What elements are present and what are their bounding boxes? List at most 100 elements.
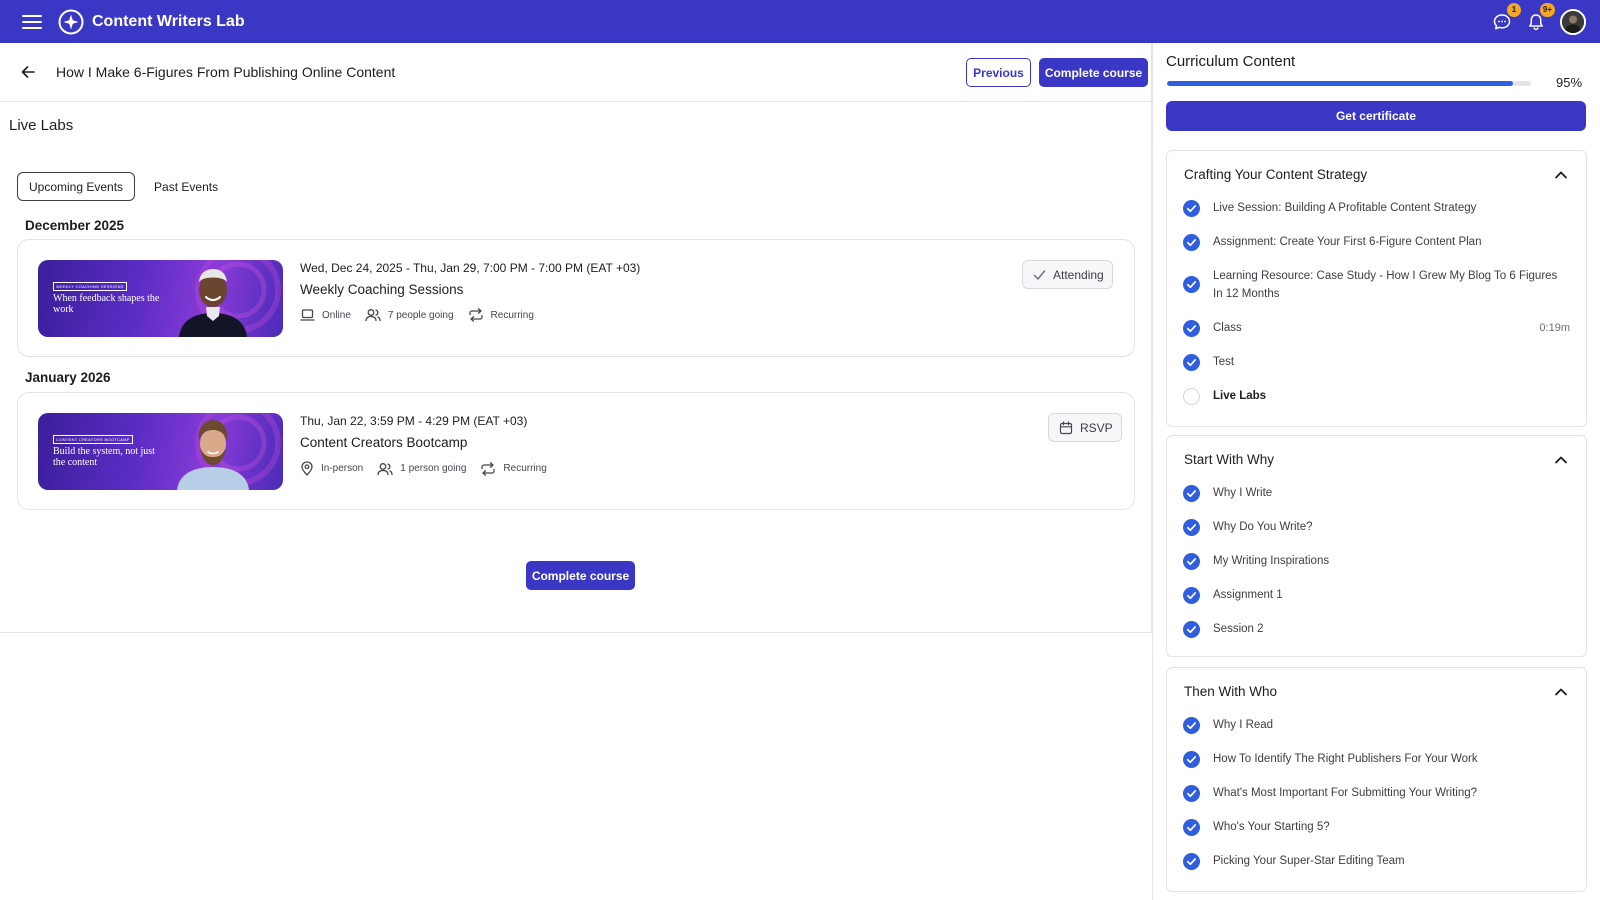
month-heading: December 2025: [25, 218, 125, 233]
check-circle-icon: [1183, 853, 1200, 870]
lesson-item[interactable]: Why I Read: [1167, 716, 1586, 734]
event-thumbnail: CONTENT CREATORS BOOTCAMP Build the syst…: [38, 413, 283, 490]
event-date: Wed, Dec 24, 2025 - Thu, Jan 29, 7:00 PM…: [300, 261, 641, 275]
lesson-item[interactable]: Why I Write: [1167, 484, 1586, 502]
lesson-label: Assignment: Create Your First 6-Figure C…: [1213, 236, 1482, 248]
notifications-badge: 9+: [1539, 2, 1555, 17]
lesson-label: Learning Resource: Case Study - How I Gr…: [1213, 270, 1558, 300]
course-title: How I Make 6-Figures From Publishing Onl…: [56, 64, 396, 80]
module-section: Then With Who Why I Read How To Identify…: [1166, 667, 1587, 892]
lesson-item[interactable]: Class 0:19m: [1167, 319, 1586, 337]
course-progress-percent: 95%: [1556, 75, 1583, 90]
lesson-label: What's Most Important For Submitting You…: [1213, 787, 1478, 799]
attending-label: Attending: [1053, 267, 1104, 282]
thumbnail-tag: CONTENT CREATORS BOOTCAMP: [53, 435, 133, 444]
app-name[interactable]: Content Writers Lab: [92, 13, 245, 31]
lesson-item[interactable]: What's Most Important For Submitting You…: [1167, 784, 1586, 802]
messages-button[interactable]: 1: [1492, 2, 1521, 32]
module-title: Crafting Your Content Strategy: [1184, 167, 1368, 182]
event-thumbnail: WEEKLY COACHING SESSIONS When feedback s…: [38, 260, 283, 337]
event-meta: In-person 1 person going Recurring: [300, 461, 561, 476]
calendar-icon: [1059, 420, 1073, 434]
user-avatar[interactable]: [1560, 8, 1586, 35]
check-circle-icon: [1183, 485, 1200, 502]
users-icon: [377, 462, 393, 475]
sparkle-logo-icon: [58, 9, 84, 34]
event-title[interactable]: Content Creators Bootcamp: [300, 435, 467, 450]
lesson-item[interactable]: Picking Your Super-Star Editing Team: [1167, 852, 1586, 870]
check-circle-icon: [1183, 717, 1200, 734]
event-attendees: 7 people going: [365, 308, 454, 322]
lesson-item-current[interactable]: Live Labs: [1167, 387, 1586, 405]
event-location-label: In-person: [321, 463, 364, 474]
event-attendees: 1 person going: [377, 462, 466, 476]
hamburger-menu-icon[interactable]: [22, 14, 42, 29]
lesson-item[interactable]: Assignment 1: [1167, 586, 1586, 604]
page-title: Live Labs: [9, 117, 74, 134]
check-circle-icon: [1183, 234, 1200, 251]
lesson-item[interactable]: Why Do You Write?: [1167, 518, 1586, 536]
complete-course-button[interactable]: Complete course: [1039, 58, 1148, 87]
map-pin-icon: [301, 461, 313, 476]
chevron-up-icon[interactable]: [1554, 170, 1568, 179]
event-location: Online: [300, 308, 351, 322]
chevron-up-icon[interactable]: [1554, 455, 1568, 464]
complete-course-button-bottom[interactable]: Complete course: [526, 561, 635, 590]
user-avatar-icon: [1562, 10, 1584, 33]
previous-button[interactable]: Previous: [966, 58, 1031, 87]
lesson-label: Assignment 1: [1213, 589, 1283, 601]
rsvp-button[interactable]: RSVP: [1048, 413, 1122, 442]
users-icon: [365, 309, 381, 322]
check-circle-icon: [1183, 553, 1200, 570]
event-title[interactable]: Weekly Coaching Sessions: [300, 282, 463, 297]
lesson-item[interactable]: How To Identify The Right Publishers For…: [1167, 750, 1586, 768]
lesson-label: Why Do You Write?: [1213, 521, 1313, 533]
chevron-up-icon[interactable]: [1554, 687, 1568, 696]
module-header[interactable]: Start With Why: [1167, 436, 1586, 480]
event-location: In-person: [300, 461, 363, 476]
tab-past-events[interactable]: Past Events: [143, 172, 229, 201]
get-certificate-button[interactable]: Get certificate: [1166, 101, 1586, 131]
lesson-label: Live Labs: [1213, 390, 1267, 402]
lesson-label: Why I Read: [1213, 719, 1274, 731]
attending-button[interactable]: Attending: [1022, 260, 1113, 289]
event-meta: Online 7 people going Recurring: [300, 308, 548, 322]
lesson-item[interactable]: Learning Resource: Case Study - How I Gr…: [1167, 267, 1586, 303]
check-circle-icon: [1183, 587, 1200, 604]
lesson-label: My Writing Inspirations: [1213, 555, 1330, 567]
check-circle-icon: [1183, 819, 1200, 836]
lesson-item[interactable]: Assignment: Create Your First 6-Figure C…: [1167, 233, 1586, 251]
lesson-label: Why I Write: [1213, 487, 1273, 499]
check-circle-icon: [1183, 785, 1200, 802]
lesson-item[interactable]: Who's Your Starting 5?: [1167, 818, 1586, 836]
host-photo: [179, 269, 247, 337]
event-recurrence: Recurring: [480, 461, 547, 476]
curriculum-title: Curriculum Content: [1166, 53, 1296, 70]
lesson-label: How To Identify The Right Publishers For…: [1213, 753, 1478, 765]
lesson-duration: 0:19m: [1539, 322, 1570, 334]
module-section: Crafting Your Content Strategy Live Sess…: [1166, 150, 1587, 427]
event-card[interactable]: CONTENT CREATORS BOOTCAMP Build the syst…: [17, 392, 1135, 510]
event-card[interactable]: WEEKLY COACHING SESSIONS When feedback s…: [17, 239, 1135, 357]
event-date: Thu, Jan 22, 3:59 PM - 4:29 PM (EAT +03): [300, 414, 528, 428]
lesson-label: Live Session: Building A Profitable Cont…: [1213, 202, 1477, 214]
thumbnail-caption: When feedback shapes the work: [53, 293, 160, 315]
module-header[interactable]: Crafting Your Content Strategy: [1167, 151, 1586, 195]
lesson-item[interactable]: Live Session: Building A Profitable Cont…: [1167, 199, 1586, 217]
lesson-item[interactable]: Test: [1167, 353, 1586, 371]
course-progress-bar: [1167, 81, 1531, 86]
event-recurrence: Recurring: [468, 308, 534, 322]
check-circle-icon: [1183, 519, 1200, 536]
thumbnail-caption: Build the system, not just the content: [53, 446, 155, 468]
host-photo: [177, 420, 249, 490]
check-circle-icon: [1183, 354, 1200, 371]
arrow-left-icon[interactable]: [20, 64, 36, 80]
lesson-item[interactable]: My Writing Inspirations: [1167, 552, 1586, 570]
repeat-icon: [481, 461, 496, 476]
module-header[interactable]: Then With Who: [1167, 668, 1586, 712]
empty-circle-icon: [1183, 388, 1200, 405]
notifications-button[interactable]: 9+: [1526, 2, 1555, 32]
tab-upcoming-events[interactable]: Upcoming Events: [17, 172, 136, 201]
course-content-area: How I Make 6-Figures From Publishing Onl…: [0, 43, 1152, 633]
lesson-item[interactable]: Session 2: [1167, 620, 1586, 638]
